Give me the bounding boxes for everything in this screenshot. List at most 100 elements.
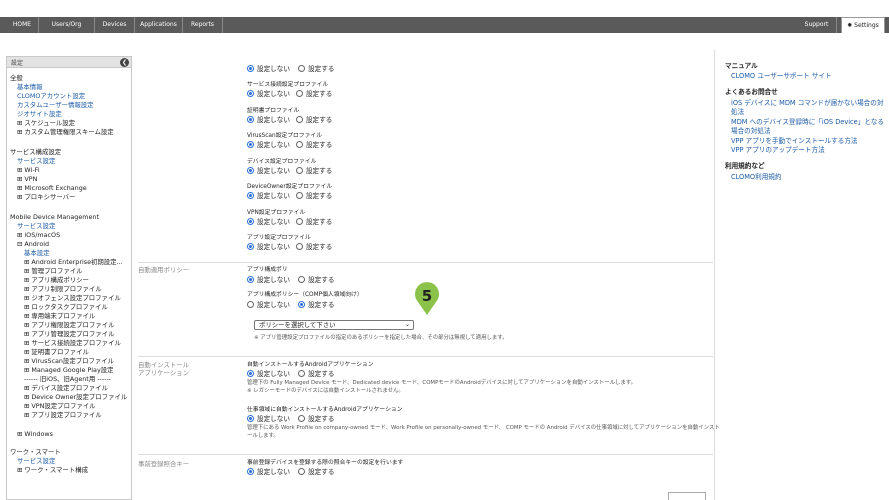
option-off[interactable]: 設定しない [247,141,290,150]
option-on[interactable]: 設定する [295,243,332,252]
option-on[interactable]: 設定する [298,65,334,74]
sidebar-item[interactable]: サービス設定 [17,157,55,166]
sidebar-item[interactable]: ⊞ カスタム管理権限スキーム設定 [17,128,114,137]
nav-reports[interactable]: Reports [183,17,223,33]
sidebar-item[interactable]: ⊞ ジオフェンス設定プロファイル [24,294,121,303]
sidebar-item[interactable]: ワーク・スマート [10,448,61,457]
option-off[interactable]: 設定しない [247,65,290,74]
bottom-button[interactable] [668,492,706,500]
option-off[interactable]: 設定しない [247,115,290,125]
app-policy-comp-on[interactable]: 設定する [298,301,334,310]
sidebar-item[interactable]: Mobile Device Management [10,213,99,222]
sidebar-item[interactable]: ⊞ VPN設定プロファイル [24,402,96,411]
faq-link[interactable]: 処法 [731,108,744,117]
sidebar-item[interactable]: ⊞ 管理プロファイル [24,267,83,276]
sidebar-item[interactable]: ⊞ デバイス設定プロファイル [24,384,108,393]
work-install-off[interactable]: 設定しない [247,415,290,424]
sidebar-item[interactable]: 基本設定 [24,249,50,258]
option-on[interactable]: 設定する [295,141,332,150]
app-policy-off[interactable]: 設定しない [247,276,290,285]
radio-empty-icon [295,243,303,250]
sidebar-item[interactable]: ⊞ VirusScan設定プロファイル [24,357,114,366]
sidebar-item[interactable]: ⊞ アプリ権限設定プロファイル [24,321,114,330]
radio-empty-icon [295,217,303,225]
sidebar-item[interactable]: ⊞ アプリ管理設定プロファイル [24,330,114,339]
faq-link[interactable]: 場合の対処法 [731,127,771,136]
sidebar-item[interactable]: ------ 旧iOS、旧Agent用 ------ [24,375,111,384]
sidebar-item[interactable]: カスタムユーザー情報設定 [17,101,94,110]
sidebar-item[interactable]: ⊞ プロキシサーバー [17,193,75,202]
radio-checked-icon [247,166,254,174]
nav-users-org[interactable]: Users/Org [39,17,95,33]
sidebar-item[interactable]: 基本情報 [17,83,43,92]
work-install-title: 仕事領域に自動インストールするAndroidアプリケーション [247,407,403,413]
sidebar-item[interactable]: ⊞ 証明書プロファイル [24,348,89,357]
sidebar-item[interactable]: サービス設定 [17,222,55,231]
option-off-label: 設定しない [257,415,290,423]
sidebar-item[interactable]: ⊞ Microsoft Exchange [17,184,87,193]
policy-select[interactable]: ポリシーを選択して下さい ⌄ [254,320,414,330]
collapse-icon[interactable]: ❮ [120,58,129,67]
sidebar-item[interactable]: ⊞ アプリ設定プロファイル [24,411,102,420]
auto-install-off[interactable]: 設定しない [247,370,290,379]
auto-install-label: 自動インストール [138,361,189,369]
sidebar-item[interactable]: ⊞ Android Enterprise初期設定... [24,258,123,267]
manual-link[interactable]: CLOMO ユーザーサポート サイト [731,72,832,81]
sidebar-item[interactable]: ⊞ Wi-Fi [17,166,40,175]
option-on[interactable]: 設定する [295,115,332,125]
sidebar-item[interactable]: ⊞ 専用端末プロファイル [24,312,95,321]
prereg-on[interactable]: 設定する [298,468,334,477]
option-off-label: 設定しない [257,115,290,124]
sidebar-item[interactable]: ⊞ サービス接続設定プロファイル [24,339,121,348]
terms-link[interactable]: CLOMO利用規約 [731,173,782,182]
sidebar-item[interactable]: サービス設定 [17,457,55,466]
profile-radios: 設定しない 設定する [247,115,338,125]
nav-settings[interactable]: ✹ Settings [841,17,885,33]
profile-title: デバイス設定プロファイル [247,158,317,165]
sidebar-item[interactable]: サービス構成設定 [10,148,61,157]
option-off[interactable]: 設定しない [247,243,290,252]
nav-home[interactable]: HOME [6,17,39,33]
sidebar-item[interactable]: ⊞ スケジュール設定 [17,119,75,128]
faq-link[interactable]: VPP アプリを手動でインストールする方法 [731,137,858,146]
prereg-off[interactable]: 設定しない [247,468,290,477]
sidebar-item[interactable]: CLOMOアカウント設定 [17,92,85,101]
sidebar-item[interactable]: ⊞ iOS/macOS [17,231,60,240]
nav-support[interactable]: Support [797,17,837,33]
option-off[interactable]: 設定しない [247,192,290,201]
radio-checked-icon [247,217,254,225]
faq-link[interactable]: iOS デバイスに MDM コマンドが届かない場合の対 [731,99,883,108]
option-off[interactable]: 設定しない [247,217,290,227]
option-on-label: 設定する [305,192,333,200]
option-on[interactable]: 設定する [295,192,333,201]
sidebar-item[interactable]: ⊞ アプリ構成ポリシー [24,276,89,285]
app-policy-comp-off[interactable]: 設定しない [247,301,290,310]
gear-icon: ✹ [847,22,853,29]
work-install-on[interactable]: 設定する [298,415,334,424]
radio-empty-icon [295,166,303,174]
auto-install-on[interactable]: 設定する [298,370,334,379]
nav-applications[interactable]: Applications [135,17,183,33]
option-off[interactable]: 設定しない [247,90,290,99]
sidebar-item[interactable]: ⊞ アプリ制限プロファイル [24,285,102,294]
sidebar-item[interactable]: ⊟ Android [17,240,49,249]
sidebar-item[interactable]: 全般 [10,74,23,83]
faq-link[interactable]: VPP アプリのアップデート方法 [731,146,825,155]
sidebar-item[interactable]: ジオサイト設定 [17,110,62,119]
nav-devices[interactable]: Devices [95,17,135,33]
option-on[interactable]: 設定する [295,166,332,176]
sidebar-item[interactable]: ⊞ Managed Google Play設定 [24,366,114,375]
nav-settings-label: Settings [854,22,879,29]
option-on[interactable]: 設定する [295,217,332,227]
option-on[interactable]: 設定する [295,90,332,99]
option-off[interactable]: 設定しない [247,166,290,176]
radio-empty-icon [298,468,306,475]
settings-sidebar: 設定 ❮ 全般 基本情報 CLOMOアカウント設定 カスタムユーザー情報設定 ジオサイト… [6,56,132,500]
app-policy-on[interactable]: 設定する [298,276,334,285]
sidebar-item[interactable]: ⊞ Windows [17,430,53,439]
sidebar-item[interactable]: ⊞ Device Owner設定プロファイル [24,393,127,402]
sidebar-item[interactable]: ⊞ ロックタスクプロファイル [24,303,108,312]
sidebar-item[interactable]: ⊞ VPN [17,175,37,184]
sidebar-item[interactable]: ⊞ ワーク・スマート構成 [17,466,88,475]
faq-link[interactable]: MDM へのデバイス登録時に「iOS Device」となる [731,118,884,127]
